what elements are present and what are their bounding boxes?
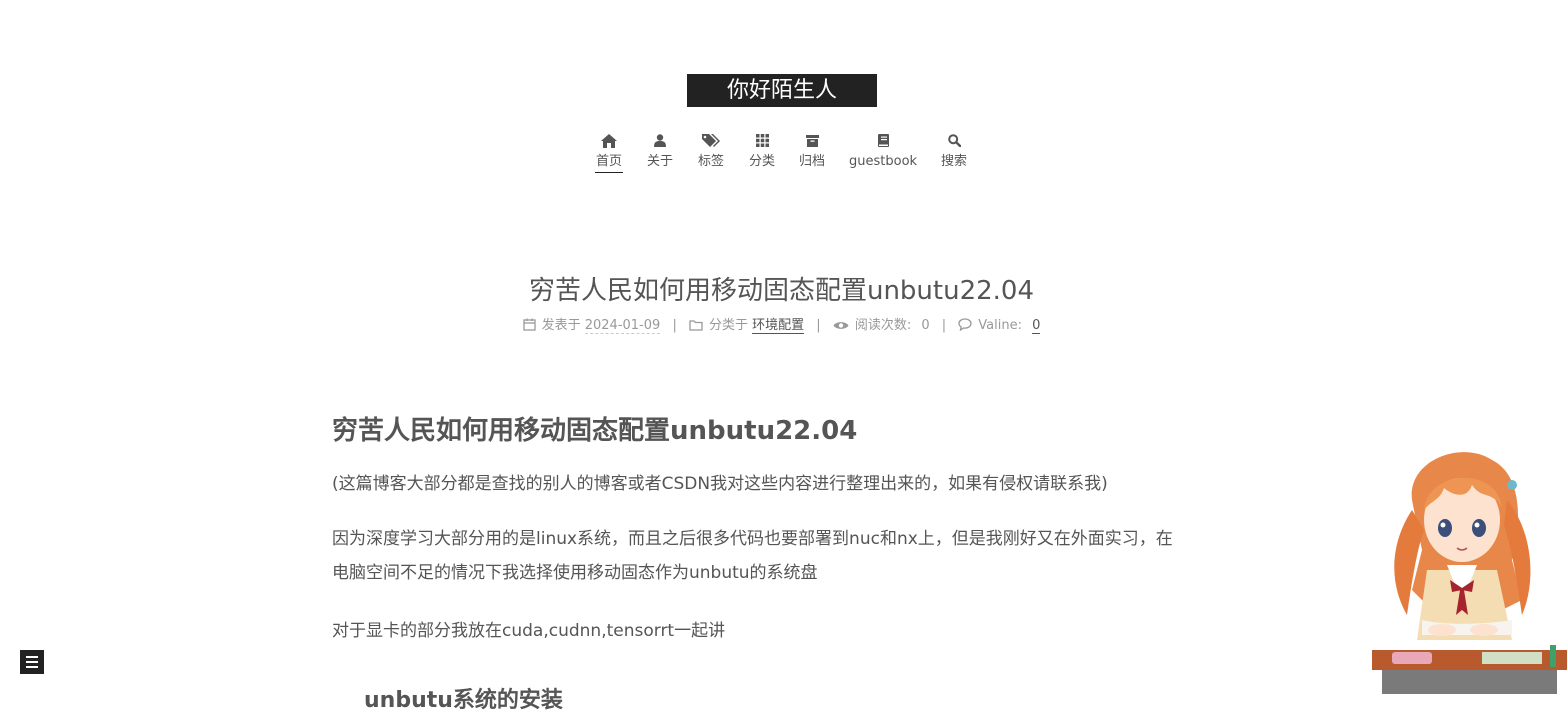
nav-item-label: 分类 — [748, 154, 775, 169]
posted-label: 发表于 — [541, 318, 581, 333]
live2d-mascot[interactable] — [1372, 440, 1567, 694]
meta-divider: | — [672, 318, 677, 333]
search-icon — [940, 130, 968, 152]
content-paragraph: 因为深度学习大部分用的是linux系统，而且之后很多代码也要部署到nuc和nx上… — [332, 522, 1173, 590]
nav-item-label: 归档 — [798, 154, 825, 169]
post-title[interactable]: 穷苦人民如何用移动固态配置unbutu22.04 — [0, 270, 1563, 307]
tags-icon — [697, 130, 725, 152]
comment-icon — [958, 318, 972, 332]
nav-item-search[interactable]: 搜索 — [940, 130, 968, 172]
comments-count[interactable]: 0 — [1032, 318, 1041, 334]
nav-item-label: 标签 — [697, 154, 724, 169]
menu-icon-bar — [26, 661, 38, 663]
menu-icon-bar — [26, 666, 38, 668]
post-body: 穷苦人民如何用移动固态配置unbutu22.04 (这篇博客大部分都是查找的别人… — [332, 412, 1237, 713]
th-icon — [748, 130, 776, 152]
site-title[interactable]: 你好陌生人 — [687, 74, 877, 107]
folder-icon — [689, 320, 703, 331]
posted-meta: 发表于 2024-01-09 — [522, 318, 665, 334]
content-paragraph-line: 电脑空间不足的情况下我选择使用移动固态作为unbutu的系统盘 — [332, 563, 818, 583]
nav-item-guestbook[interactable]: guestbook — [849, 130, 917, 172]
nav-item-categories[interactable]: 分类 — [748, 130, 776, 172]
home-icon — [595, 130, 623, 152]
views-label: 阅读次数: — [854, 318, 912, 333]
book-icon — [849, 130, 917, 152]
section-heading: unbutu系统的安装 — [364, 688, 563, 713]
views-count: 0 — [921, 318, 930, 333]
nav-item-archives[interactable]: 归档 — [798, 130, 826, 172]
content-paragraph: (这篇博客大部分都是查找的别人的博客或者CSDN我对这些内容进行整理出来的，如果… — [332, 474, 1108, 494]
archive-icon — [798, 130, 826, 152]
eye-icon — [833, 322, 849, 329]
nav-item-label: guestbook — [849, 154, 918, 169]
content-paragraph: 对于显卡的部分我放在cuda,cudnn,tensorrt一起讲 — [332, 621, 726, 641]
post-meta: 发表于 2024-01-09 | 分类于 环境配置 | 阅读次数: 0 | Va… — [0, 316, 1563, 336]
category-label: 分类于 — [708, 318, 748, 333]
sidebar-toggle-button[interactable] — [20, 650, 44, 674]
content-paragraph-line: 因为深度学习大部分用的是linux系统，而且之后很多代码也要部署到nuc和nx上… — [332, 529, 1173, 549]
nav-item-label: 关于 — [646, 154, 673, 169]
posted-date[interactable]: 2024-01-09 — [584, 318, 661, 334]
nav-item-tags[interactable]: 标签 — [697, 130, 725, 172]
nav-item-home[interactable]: 首页 — [595, 130, 623, 173]
comments-label: Valine: — [978, 318, 1022, 333]
content-heading: 穷苦人民如何用移动固态配置unbutu22.04 — [332, 416, 858, 446]
meta-divider: | — [941, 318, 947, 333]
views-meta: 阅读次数: 0 — [833, 318, 934, 333]
nav-item-label: 首页 — [595, 152, 623, 173]
nav-item-about[interactable]: 关于 — [646, 130, 674, 172]
category-meta: 分类于 环境配置 — [689, 318, 808, 334]
main-nav: 首页 关于 标签 分类 归档 guestbook 搜索 — [0, 130, 1567, 190]
nav-item-label: 搜索 — [940, 154, 967, 169]
meta-divider: | — [816, 318, 821, 333]
user-icon — [646, 130, 674, 152]
comments-meta: Valine: 0 — [958, 318, 1041, 334]
calendar-icon — [522, 318, 536, 331]
category-link[interactable]: 环境配置 — [752, 318, 805, 334]
menu-icon-bar — [26, 656, 38, 658]
